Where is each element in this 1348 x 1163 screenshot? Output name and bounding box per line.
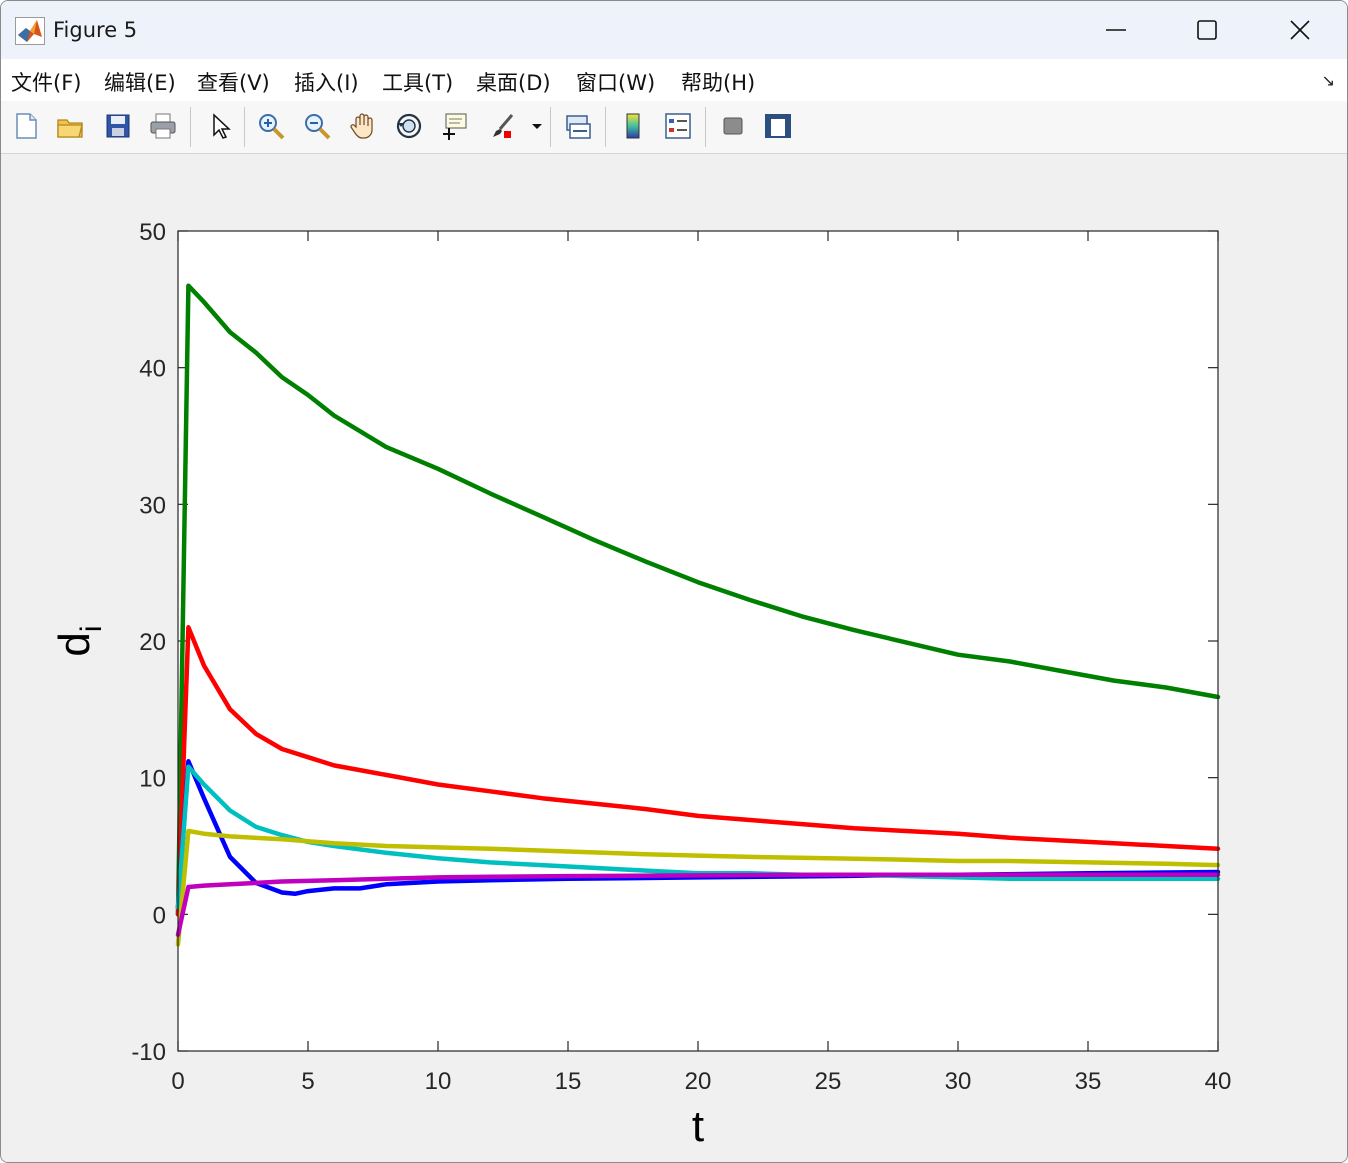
y-tick-label: 40 <box>139 356 166 383</box>
zoom-in-icon[interactable] <box>254 109 288 143</box>
link-plot-icon[interactable] <box>561 109 595 143</box>
y-tick-label: 20 <box>139 629 166 656</box>
y-tick-label: 30 <box>139 492 166 519</box>
window-title: Figure 5 <box>53 18 138 42</box>
y-tick-label: -10 <box>131 1039 166 1066</box>
y-axis-label-subscript: i <box>75 625 108 632</box>
menu-help[interactable]: 帮助(H) <box>681 67 755 97</box>
rotate-3d-icon[interactable] <box>392 109 426 143</box>
show-plot-tools-icon[interactable] <box>761 109 795 143</box>
legend-icon[interactable] <box>661 109 695 143</box>
axes-background <box>178 231 1218 1051</box>
toolbar-separator <box>244 107 245 147</box>
menu-desktop[interactable]: 桌面(D) <box>476 67 551 97</box>
toolbar-separator <box>190 107 191 147</box>
dock-arrow-icon[interactable]: ↘ <box>1322 71 1335 90</box>
toolbar-separator <box>605 107 606 147</box>
hide-plot-tools-icon[interactable] <box>716 109 750 143</box>
y-axis-label: di <box>50 625 108 656</box>
x-tick-label: 35 <box>1075 1068 1102 1095</box>
save-icon[interactable] <box>101 109 135 143</box>
x-tick-label: 0 <box>171 1068 184 1095</box>
x-tick-label: 40 <box>1205 1068 1232 1095</box>
figure-toolbar <box>1 101 1347 154</box>
menu-file[interactable]: 文件(F) <box>11 67 81 97</box>
figure-canvas: 0 5 10 15 20 25 30 35 40 -10 0 10 20 30 40 50 t di <box>1 154 1347 1162</box>
colorbar-icon[interactable] <box>616 109 650 143</box>
data-cursor-icon[interactable] <box>438 109 472 143</box>
y-tick-label: 0 <box>153 902 166 929</box>
maximize-button[interactable] <box>1184 9 1230 51</box>
menu-insert[interactable]: 插入(I) <box>294 67 359 97</box>
x-tick-label: 15 <box>555 1068 582 1095</box>
x-tick-label: 25 <box>815 1068 842 1095</box>
y-tick-label: 50 <box>139 219 166 246</box>
minimize-button[interactable] <box>1093 9 1139 51</box>
menu-bar: 文件(F) 编辑(E) 查看(V) 插入(I) 工具(T) 桌面(D) 窗口(W… <box>1 59 1347 102</box>
menu-tools[interactable]: 工具(T) <box>382 67 453 97</box>
x-tick-label: 5 <box>301 1068 314 1095</box>
y-axis-label-group: di <box>50 625 108 656</box>
x-tick-label: 20 <box>685 1068 712 1095</box>
x-tick-label: 10 <box>425 1068 452 1095</box>
arrow-select-icon[interactable] <box>203 109 237 143</box>
brush-dropdown-icon[interactable] <box>527 109 547 143</box>
title-bar: Figure 5 <box>1 1 1347 59</box>
pan-icon[interactable] <box>346 109 380 143</box>
print-icon[interactable] <box>146 109 180 143</box>
menu-window[interactable]: 窗口(W) <box>576 67 655 97</box>
brush-icon[interactable] <box>486 109 520 143</box>
y-tick-label: 10 <box>139 766 166 793</box>
menu-view[interactable]: 查看(V) <box>197 67 270 97</box>
figure-window: Figure 5 文件(F) 编辑(E) 查看(V) 插入(I) 工具(T) 桌… <box>0 0 1348 1163</box>
x-axis-label: t <box>692 1102 704 1151</box>
close-button[interactable] <box>1277 9 1323 51</box>
new-figure-icon[interactable] <box>9 109 43 143</box>
x-tick-label: 30 <box>945 1068 972 1095</box>
toolbar-separator <box>550 107 551 147</box>
y-axis-label-main: d <box>50 632 99 656</box>
matlab-logo-icon <box>15 17 45 45</box>
zoom-out-icon[interactable] <box>300 109 334 143</box>
menu-edit[interactable]: 编辑(E) <box>104 67 176 97</box>
plot-svg[interactable]: 0 5 10 15 20 25 30 35 40-1001020304050 t di <box>1 154 1347 1162</box>
toolbar-separator <box>705 107 706 147</box>
open-file-icon[interactable] <box>53 109 87 143</box>
